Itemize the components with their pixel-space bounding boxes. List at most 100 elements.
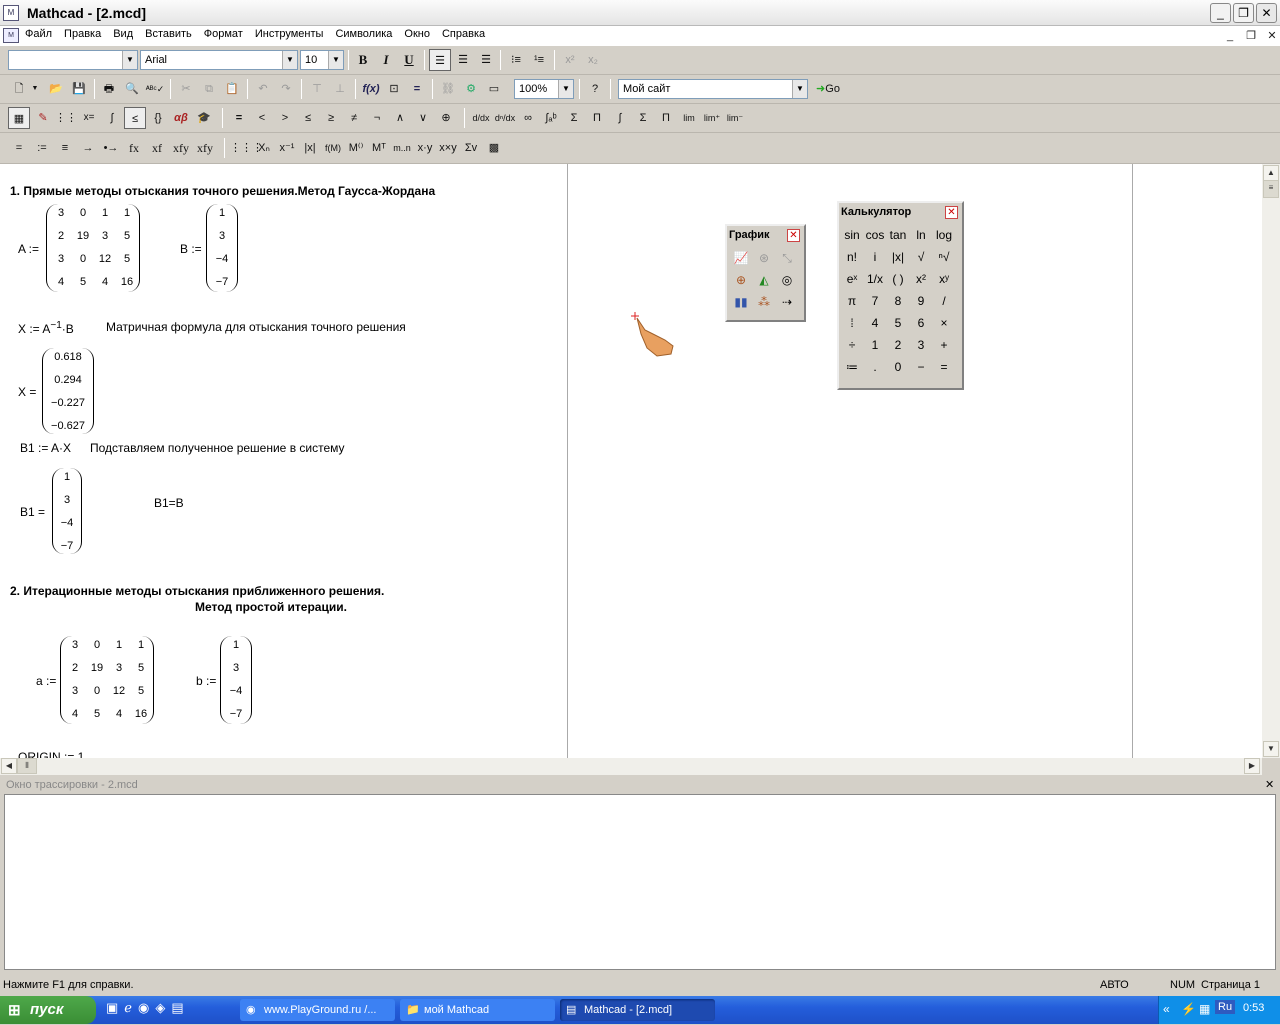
treefix-operator-button[interactable]: xfy (194, 137, 216, 159)
vector-field-icon[interactable]: ⇢ (776, 292, 798, 312)
superscript-icon[interactable]: x² (559, 49, 581, 71)
font-select[interactable]: Arial ▼ (140, 50, 298, 70)
zoom-plot-icon[interactable]: ⤡ (776, 248, 798, 268)
task-firefox[interactable]: ◉ www.PlayGround.ru /... (240, 999, 395, 1021)
calculus-toolbar-icon[interactable]: ∫ (101, 107, 123, 129)
menu-edit[interactable]: Правка (58, 26, 107, 44)
scroll-down-icon[interactable]: ▼ (1263, 741, 1279, 757)
calc-key[interactable]: cos (864, 225, 886, 245)
calc-key[interactable]: 2 (887, 335, 909, 355)
calc-key[interactable]: √ (910, 247, 932, 267)
font-size-select[interactable]: 10 ▼ (300, 50, 344, 70)
calc-key[interactable]: ÷ (841, 335, 863, 355)
calc-key[interactable]: x² (910, 269, 932, 289)
scroll-thumb[interactable]: ≡ (1263, 180, 1279, 198)
zoom-select[interactable]: 100% ▼ (514, 79, 574, 99)
scatter-plot-icon[interactable]: ⁂ (753, 292, 775, 312)
paste-icon[interactable]: 📋 (221, 78, 243, 100)
menu-symbolics[interactable]: Символика (329, 26, 398, 44)
b1-formula[interactable]: B1 := A·X (20, 441, 71, 455)
vector-B[interactable]: 1 3 −4 −7 (206, 204, 238, 292)
menu-file[interactable]: Файл (19, 26, 58, 44)
calc-key[interactable]: + (933, 335, 955, 355)
calc-key[interactable]: 1 (864, 335, 886, 355)
undo-icon[interactable]: ↶ (252, 78, 274, 100)
calc-key[interactable]: / (933, 291, 955, 311)
symbolic-toolbar-icon[interactable]: 🎓 (193, 107, 215, 129)
summation-range-icon[interactable]: Σ (563, 107, 585, 129)
vector-B-label[interactable]: B := (180, 242, 202, 256)
less-equal-button[interactable]: ≤ (297, 107, 319, 129)
doc-minimize-button[interactable]: _ (1222, 29, 1238, 43)
redo-icon[interactable]: ↷ (275, 78, 297, 100)
numbered-list-icon[interactable]: ¹≡ (528, 49, 550, 71)
calc-key[interactable]: 4 (864, 313, 886, 333)
transpose-icon[interactable]: Mᵀ (368, 137, 390, 159)
doc-close-button[interactable]: ✕ (1264, 29, 1280, 43)
minimize-button[interactable]: _ (1210, 3, 1231, 23)
column-icon[interactable]: M⁽⁾ (345, 137, 367, 159)
firefox-icon[interactable]: ◉ (138, 1000, 155, 1015)
matrix-A[interactable]: 3 0 1 1 2 19 3 5 3 0 12 5 4 5 4 16 (46, 204, 140, 292)
evaluate-button[interactable]: = (8, 137, 30, 159)
x-formula-comment[interactable]: Матричная формула для отыскания точного … (106, 320, 406, 334)
save-icon[interactable]: 💾 (68, 78, 90, 100)
calc-key[interactable]: 9 (910, 291, 932, 311)
calc-key[interactable]: 5 (887, 313, 909, 333)
xy-plot-icon[interactable]: 📈 (730, 248, 752, 268)
subscript-index-icon[interactable]: Xₙ (253, 137, 275, 159)
product-icon[interactable]: Π (655, 107, 677, 129)
and-button[interactable]: ∧ (389, 107, 411, 129)
calc-key[interactable]: xʸ (933, 269, 955, 289)
calc-key[interactable]: 3 (910, 335, 932, 355)
align-right-icon[interactable]: ☰ (475, 49, 497, 71)
calc-key[interactable]: i (864, 247, 886, 267)
network-icon[interactable]: ▦ (1199, 1002, 1210, 1016)
picture-icon[interactable]: ▩ (483, 137, 505, 159)
bullet-list-icon[interactable]: ⁝≡ (505, 49, 527, 71)
calc-key[interactable]: ⁿ√ (933, 247, 955, 267)
go-button[interactable]: ➜Go (811, 78, 845, 100)
calc-key[interactable]: |x| (887, 247, 909, 267)
print-icon[interactable]: 🖶 (98, 78, 120, 100)
cut-icon[interactable]: ✂ (175, 78, 197, 100)
calc-key[interactable]: 1/x (864, 269, 886, 289)
calc-key[interactable]: log (933, 225, 955, 245)
calc-key[interactable]: . (864, 357, 886, 377)
document-icon[interactable]: M (3, 28, 19, 43)
calc-key[interactable]: 0 (887, 357, 909, 377)
scroll-left-icon[interactable]: ◀ (1, 758, 17, 774)
product-range-icon[interactable]: Π (586, 107, 608, 129)
copy-icon[interactable]: ⧉ (198, 78, 220, 100)
section-heading-1[interactable]: 1. Прямые методы отыскания точного решен… (10, 184, 435, 198)
chevron-down-icon[interactable]: ▼ (30, 78, 40, 100)
cross-product-icon[interactable]: x×y (437, 137, 459, 159)
limit-right-icon[interactable]: lim⁺ (701, 107, 723, 129)
symbolic-eval-button[interactable]: → (77, 137, 99, 159)
scroll-right-icon[interactable]: ▶ (1244, 758, 1260, 774)
matrix-a-label[interactable]: a := (36, 674, 56, 688)
calc-key[interactable]: ln (910, 225, 932, 245)
insert-function-icon[interactable]: f(x) (360, 78, 382, 100)
inverse-icon[interactable]: x⁻¹ (276, 137, 298, 159)
resource-select[interactable]: Мой сайт ▼ (618, 79, 808, 99)
menu-insert[interactable]: Вставить (139, 26, 198, 44)
menu-tools[interactable]: Инструменты (249, 26, 330, 44)
bool-equal-button[interactable]: = (228, 107, 250, 129)
task-my-mathcad[interactable]: 📁 мой Mathcad (400, 999, 555, 1021)
determinant-icon[interactable]: |x| (299, 137, 321, 159)
calculator-palette-title[interactable]: Калькулятор (839, 203, 962, 222)
subscript-icon[interactable]: x₂ (582, 49, 604, 71)
matrix-a[interactable]: 3 0 1 1 2 19 3 5 3 0 12 5 4 5 4 16 (60, 636, 154, 724)
calc-key[interactable]: ≔ (841, 357, 863, 377)
menu-window[interactable]: Окно (398, 26, 436, 44)
b1-equals-b[interactable]: B1=B (154, 496, 184, 510)
polar-graph-icon[interactable]: ⊕ (730, 270, 752, 290)
vertical-scrollbar[interactable]: ▲ ≡ ▼ (1262, 164, 1280, 758)
vector-b[interactable]: 1 3 −4 −7 (220, 636, 252, 724)
range-variable-icon[interactable]: m..n (391, 137, 413, 159)
global-define-button[interactable]: ≡ (54, 137, 76, 159)
programming-toolbar-icon[interactable]: {} (147, 107, 169, 129)
greek-toolbar-icon[interactable]: αβ (170, 107, 192, 129)
postfix-operator-button[interactable]: xf (146, 137, 168, 159)
